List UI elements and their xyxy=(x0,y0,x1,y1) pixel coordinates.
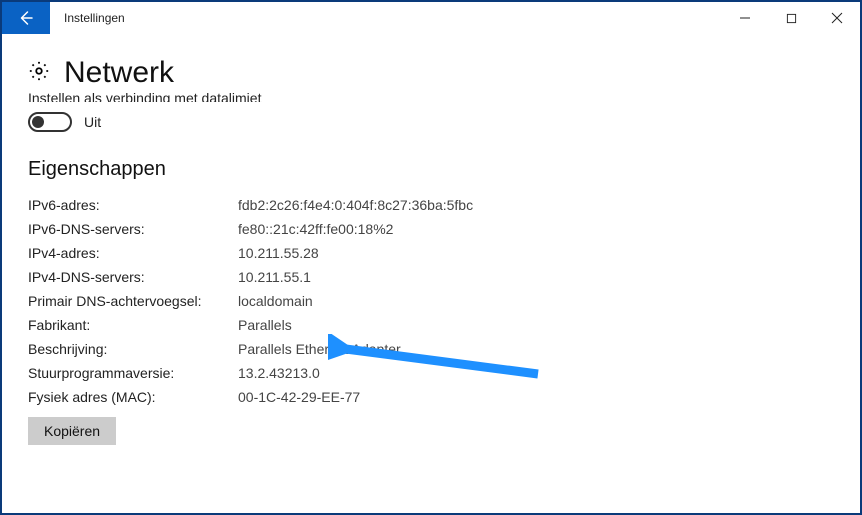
prop-value-ipv4-dns: 10.211.55.1 xyxy=(238,269,538,285)
prop-label-dns-suffix: Primair DNS-achtervoegsel: xyxy=(28,293,238,309)
maximize-button[interactable] xyxy=(768,2,814,34)
minimize-button[interactable] xyxy=(722,2,768,34)
prop-value-description: Parallels Ethernet Adapter xyxy=(238,341,538,357)
maximize-icon xyxy=(786,13,797,24)
metered-connection-toggle[interactable] xyxy=(28,112,72,132)
prop-label-ipv6-dns: IPv6-DNS-servers: xyxy=(28,221,238,237)
prop-value-driver-version: 13.2.43213.0 xyxy=(238,365,538,381)
titlebar: Instellingen xyxy=(2,2,860,34)
metered-connection-toggle-row: Uit xyxy=(28,112,834,132)
toggle-knob xyxy=(32,116,44,128)
settings-window: Instellingen Netwerk Instellen als verbi… xyxy=(0,0,862,515)
copy-button[interactable]: Kopiëren xyxy=(28,417,116,445)
prop-value-ipv6-dns: fe80::21c:42ff:fe00:18%2 xyxy=(238,221,538,237)
prop-label-description: Beschrijving: xyxy=(28,341,238,357)
prop-value-mac: 00-1C-42-29-EE-77 xyxy=(238,389,538,405)
prop-value-ipv4-address: 10.211.55.28 xyxy=(238,245,538,261)
gear-icon xyxy=(28,60,50,87)
back-button[interactable] xyxy=(2,2,50,34)
prop-label-ipv4-dns: IPv4-DNS-servers: xyxy=(28,269,238,285)
prop-value-dns-suffix: localdomain xyxy=(238,293,538,309)
truncated-setting-label: Instellen als verbinding met datalimiet xyxy=(28,90,834,102)
prop-label-ipv4-address: IPv4-adres: xyxy=(28,245,238,261)
minimize-icon xyxy=(739,12,751,24)
prop-value-manufacturer: Parallels xyxy=(238,317,538,333)
prop-label-mac: Fysiek adres (MAC): xyxy=(28,389,238,405)
content-area: Netwerk Instellen als verbinding met dat… xyxy=(2,34,860,445)
page-title: Netwerk xyxy=(64,56,174,90)
back-arrow-icon xyxy=(17,9,35,27)
properties-heading: Eigenschappen xyxy=(28,158,834,181)
titlebar-spacer xyxy=(139,2,722,34)
close-button[interactable] xyxy=(814,2,860,34)
window-title: Instellingen xyxy=(50,2,139,34)
prop-label-ipv6-address: IPv6-adres: xyxy=(28,197,238,213)
prop-value-ipv6-address: fdb2:2c26:f4e4:0:404f:8c27:36ba:5fbc xyxy=(238,197,538,213)
properties-grid: IPv6-adres: fdb2:2c26:f4e4:0:404f:8c27:3… xyxy=(28,197,834,405)
page-header: Netwerk xyxy=(28,56,834,90)
prop-label-driver-version: Stuurprogrammaversie: xyxy=(28,365,238,381)
close-icon xyxy=(831,12,843,24)
prop-label-manufacturer: Fabrikant: xyxy=(28,317,238,333)
toggle-state-label: Uit xyxy=(84,114,101,130)
